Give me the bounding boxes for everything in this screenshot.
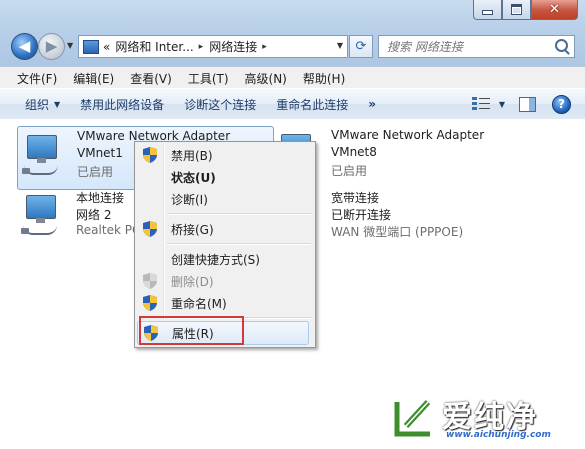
change-view-icon[interactable] bbox=[471, 97, 490, 111]
back-button[interactable]: ◀ bbox=[11, 33, 38, 60]
more-commands-button[interactable]: » bbox=[358, 97, 386, 111]
refresh-button[interactable]: ⟳ bbox=[349, 35, 373, 58]
menu-view[interactable]: 查看(V) bbox=[122, 70, 180, 87]
help-icon[interactable]: ? bbox=[552, 94, 571, 114]
ctx-label: 诊断(I) bbox=[171, 192, 208, 207]
shield-icon bbox=[143, 221, 157, 237]
network-adapter-icon bbox=[22, 135, 62, 175]
adapter-network: VMnet1 bbox=[77, 146, 123, 160]
view-options-dropdown-icon[interactable]: ▼ bbox=[499, 100, 505, 109]
caption-buttons: ✕ bbox=[473, 0, 578, 20]
adapter-name: 宽带连接 bbox=[331, 191, 380, 205]
menu-edit[interactable]: 编辑(E) bbox=[65, 70, 122, 87]
menu-bar: 文件(F) 编辑(E) 查看(V) 工具(T) 高级(N) 帮助(H) bbox=[0, 66, 585, 89]
ctx-create-shortcut[interactable]: 创建快捷方式(S) bbox=[137, 248, 311, 270]
adapter-name: 本地连接 bbox=[76, 191, 125, 205]
organize-label: 组织 bbox=[25, 97, 50, 112]
search-icon[interactable] bbox=[555, 39, 568, 52]
command-bar: 组织 ▼ 禁用此网络设备 诊断这个连接 重命名此连接 » ▼ ? bbox=[0, 88, 585, 120]
menu-help[interactable]: 帮助(H) bbox=[295, 70, 353, 87]
adapter-device: WAN 微型端口 (PPPOE) bbox=[331, 225, 464, 239]
highlight-annotation-box bbox=[139, 316, 244, 345]
disable-device-button[interactable]: 禁用此网络设备 bbox=[70, 96, 174, 113]
breadcrumb-network-connections[interactable]: 网络连接 bbox=[209, 38, 257, 55]
maximize-button[interactable] bbox=[502, 0, 531, 20]
ctx-label: 重命名(M) bbox=[171, 296, 227, 311]
shield-icon bbox=[143, 273, 157, 289]
ctx-label: 删除(D) bbox=[171, 274, 214, 289]
chevron-down-icon: ▼ bbox=[54, 99, 61, 109]
rename-connection-button[interactable]: 重命名此连接 bbox=[266, 96, 358, 113]
explorer-window: ✕ ◀ ▶ ▼ « 网络和 Inter... ▸ 网络连接 ▸ ▼ ⟳ 文件(F… bbox=[0, 0, 585, 449]
ctx-separator bbox=[167, 213, 311, 215]
minimize-button[interactable] bbox=[473, 0, 502, 20]
ctx-label: 禁用(B) bbox=[171, 148, 213, 163]
adapter-name: VMware Network Adapter bbox=[331, 128, 485, 142]
brand-logo-icon bbox=[394, 399, 431, 437]
minimize-icon bbox=[482, 10, 493, 15]
menu-advanced[interactable]: 高级(N) bbox=[237, 70, 295, 87]
command-bar-right: ▼ ? bbox=[471, 89, 585, 119]
ctx-bridge[interactable]: 桥接(G) bbox=[137, 218, 311, 240]
ctx-rename[interactable]: 重命名(M) bbox=[137, 292, 311, 314]
network-adapter-icon bbox=[21, 195, 61, 235]
adapter-status: 已启用 bbox=[331, 164, 368, 178]
adapter-status: 已启用 bbox=[77, 165, 114, 179]
adapter-network: VMnet8 bbox=[331, 145, 377, 159]
menu-tools[interactable]: 工具(T) bbox=[180, 70, 237, 87]
breadcrumb-network-internet[interactable]: 网络和 Inter... bbox=[115, 38, 193, 55]
breadcrumb-overflow[interactable]: « bbox=[103, 40, 110, 54]
arrow-left-icon: ◀ bbox=[18, 37, 31, 55]
ctx-label: 创建快捷方式(S) bbox=[171, 252, 260, 267]
navigation-row: ◀ ▶ ▼ « 网络和 Inter... ▸ 网络连接 ▸ ▼ ⟳ bbox=[0, 33, 585, 61]
watermark: 爱纯净 www.aichunjing.com bbox=[394, 394, 579, 444]
ctx-delete: 删除(D) bbox=[137, 270, 311, 292]
shield-icon bbox=[143, 295, 157, 311]
address-bar[interactable]: « 网络和 Inter... ▸ 网络连接 ▸ ▼ bbox=[78, 35, 348, 58]
ctx-diagnose[interactable]: 诊断(I) bbox=[137, 188, 311, 210]
watermark-url: www.aichunjing.com bbox=[446, 430, 551, 440]
adapter-status: 已断开连接 bbox=[331, 208, 392, 222]
menu-file[interactable]: 文件(F) bbox=[0, 70, 65, 87]
close-icon: ✕ bbox=[549, 2, 560, 17]
network-folder-icon bbox=[83, 39, 99, 54]
ctx-separator bbox=[167, 243, 311, 245]
shield-icon bbox=[143, 147, 157, 163]
breadcrumb-separator[interactable]: ▸ bbox=[199, 42, 204, 52]
ctx-disable[interactable]: 禁用(B) bbox=[137, 144, 311, 166]
maximize-icon bbox=[511, 4, 522, 15]
search-box[interactable] bbox=[378, 35, 575, 58]
ctx-status[interactable]: 状态(U) bbox=[137, 166, 311, 188]
breadcrumb-separator[interactable]: ▸ bbox=[262, 42, 267, 52]
adapter-network: 网络 2 bbox=[76, 208, 112, 222]
arrow-right-icon: ▶ bbox=[45, 37, 58, 55]
address-dropdown-icon[interactable]: ▼ bbox=[337, 41, 343, 50]
refresh-icon: ⟳ bbox=[355, 39, 367, 54]
preview-pane-icon[interactable] bbox=[519, 96, 536, 112]
forward-button[interactable]: ▶ bbox=[38, 33, 65, 60]
ctx-label: 桥接(G) bbox=[171, 222, 214, 237]
recent-pages-dropdown[interactable]: ▼ bbox=[67, 41, 73, 50]
organize-button[interactable]: 组织 ▼ bbox=[0, 96, 70, 113]
ctx-label: 状态(U) bbox=[171, 170, 216, 185]
search-input[interactable] bbox=[379, 38, 554, 55]
close-button[interactable]: ✕ bbox=[531, 0, 578, 20]
diagnose-connection-button[interactable]: 诊断这个连接 bbox=[174, 96, 266, 113]
